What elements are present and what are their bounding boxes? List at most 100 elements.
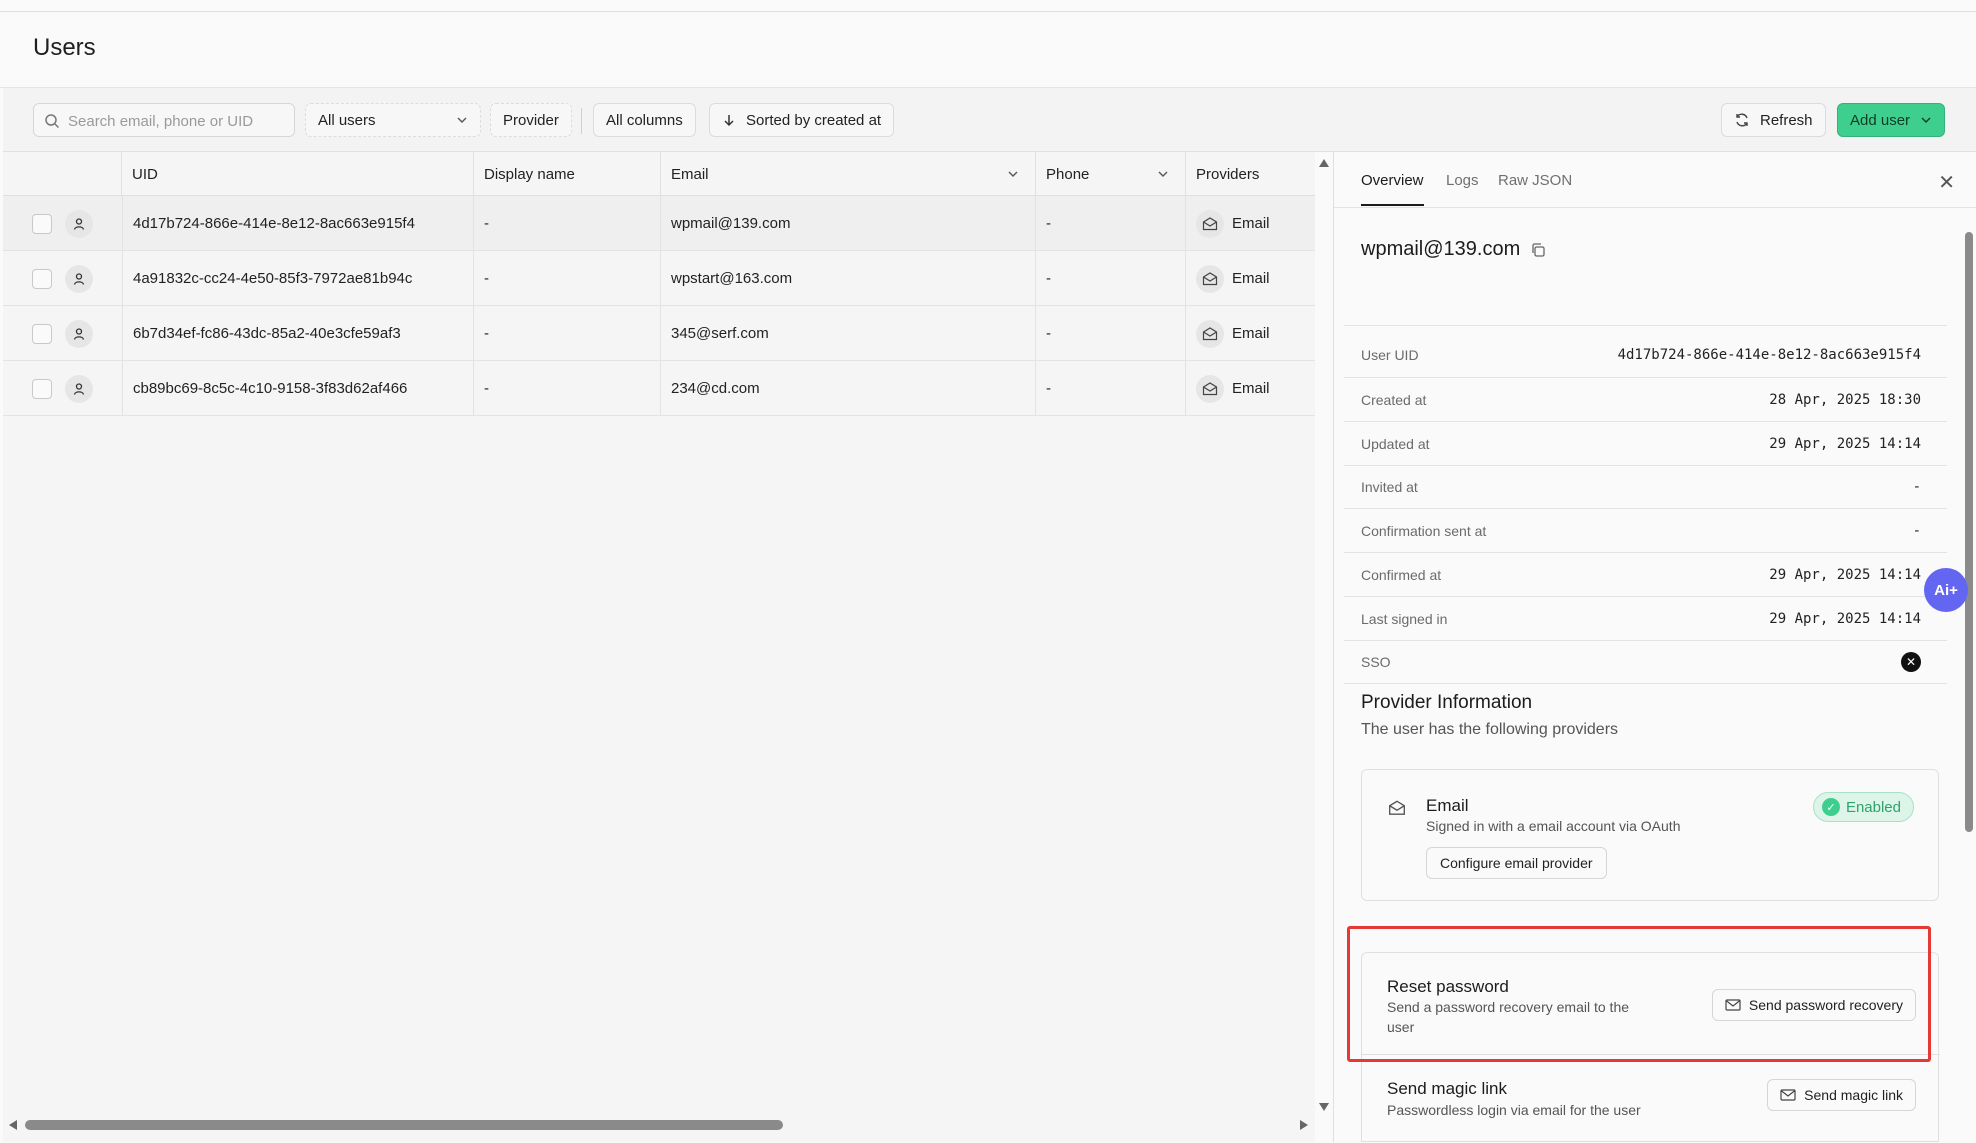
cell-phone: - [1036, 361, 1186, 416]
row-checkbox[interactable] [32, 379, 52, 399]
provider-section-title: Provider Information [1361, 692, 1533, 713]
horizontal-scroll-thumb[interactable] [25, 1120, 783, 1130]
cell-uid: 4d17b724-866e-414e-8e12-8ac663e915f4 [122, 196, 474, 251]
row-checkbox[interactable] [32, 214, 52, 234]
user-avatar [65, 210, 93, 238]
table-row[interactable]: 4d17b724-866e-414e-8e12-8ac663e915f4 - w… [3, 196, 1315, 251]
chevron-down-icon[interactable] [1157, 168, 1169, 180]
user-icon [73, 328, 85, 340]
x-circle-icon: ✕ [1901, 651, 1921, 672]
provider-filter-label: Provider [503, 111, 559, 129]
refresh-button[interactable]: Refresh [1721, 103, 1826, 137]
column-header-providers[interactable]: Providers [1186, 152, 1315, 196]
cell-phone: - [1036, 251, 1186, 306]
cell-uid: 6b7d34ef-fc86-43dc-85a2-40e3cfe59af3 [122, 306, 474, 361]
tab-overview[interactable]: Overview [1361, 172, 1424, 206]
field-label: Invited at [1361, 478, 1418, 495]
columns-button[interactable]: All columns [593, 103, 696, 137]
tab-raw-json[interactable]: Raw JSON [1498, 172, 1572, 204]
copy-icon[interactable] [1530, 242, 1546, 258]
field-label: Confirmed at [1361, 566, 1442, 583]
column-label: Display name [484, 165, 575, 183]
configure-email-provider-button[interactable]: Configure email provider [1426, 847, 1607, 879]
field-value: 28 Apr, 2025 18:30 [1769, 391, 1921, 408]
search-box[interactable] [33, 103, 295, 137]
row-checkbox[interactable] [32, 269, 52, 289]
field-label: Confirmation sent at [1361, 522, 1487, 539]
user-icon [73, 383, 85, 395]
column-label: Providers [1196, 165, 1260, 183]
magic-link-description: Passwordless login via email for the use… [1387, 1102, 1641, 1118]
chevron-down-icon[interactable] [1007, 168, 1019, 180]
provider-filter-button[interactable]: Provider [490, 103, 572, 137]
users-table: UID Display name Email Phone Providers 4… [3, 152, 1315, 1142]
highlight-box [1347, 926, 1931, 1062]
send-magic-link-button[interactable]: Send magic link [1767, 1079, 1916, 1111]
field-created-at: Created at 28 Apr, 2025 18:30 [1361, 378, 1921, 421]
cell-provider: Email [1186, 196, 1315, 251]
column-header-email[interactable]: Email [661, 152, 1036, 196]
chevron-down-icon [457, 117, 467, 123]
field-value: 29 Apr, 2025 14:14 [1769, 566, 1921, 583]
sort-button[interactable]: Sorted by created at [709, 103, 895, 137]
cell-display-name: - [474, 306, 661, 361]
provider-label: Email [1232, 270, 1270, 287]
table-row[interactable]: 4a91832c-cc24-4e50-85f3-7972ae81b94c - w… [3, 251, 1315, 306]
close-icon[interactable]: ✕ [1938, 170, 1955, 195]
table-row[interactable]: cb89bc69-8c5c-4c10-9158-3f83d62af466 - 2… [3, 361, 1315, 416]
column-header-phone[interactable]: Phone [1036, 152, 1186, 196]
user-email-heading: wpmail@139.com [1361, 238, 1546, 261]
page-header: Users [0, 12, 1976, 88]
scroll-down-arrow-icon[interactable] [1318, 1102, 1330, 1112]
add-user-button[interactable]: Add user [1837, 103, 1946, 137]
horizontal-scrollbar[interactable] [3, 1112, 1315, 1138]
cell-provider: Email [1186, 361, 1315, 416]
scroll-up-arrow-icon[interactable] [1318, 158, 1330, 168]
select-column-header [3, 152, 122, 196]
tab-logs[interactable]: Logs [1446, 172, 1479, 204]
user-avatar [65, 375, 93, 403]
cell-display-name: - [474, 251, 661, 306]
column-header-uid[interactable]: UID [122, 152, 474, 196]
cell-display-name: - [474, 361, 661, 416]
cell-email: 234@cd.com [661, 361, 1036, 416]
chevron-down-icon [1921, 117, 1931, 123]
field-value: 29 Apr, 2025 14:14 [1769, 610, 1921, 627]
provider-section-subtitle: The user has the following providers [1361, 721, 1619, 738]
status-badge: ✓ Enabled [1812, 792, 1914, 822]
user-filter-label: All users [318, 111, 376, 129]
provider-description: Signed in with a email account via OAuth [1426, 818, 1681, 834]
user-filter-select[interactable]: All users [305, 103, 481, 137]
provider-label: Email [1232, 380, 1270, 397]
field-label: Created at [1361, 391, 1427, 408]
column-label: UID [132, 165, 158, 183]
table-header: UID Display name Email Phone Providers [3, 152, 1315, 196]
ai-assistant-button[interactable]: Ai+ [1924, 568, 1968, 612]
magic-link-row: Send magic link Passwordless login via e… [1362, 1055, 1940, 1143]
toolbar: All users Provider All columns Sorted by… [3, 88, 1976, 152]
field-confirmed-at: Confirmed at 29 Apr, 2025 14:14 [1361, 553, 1921, 596]
magic-link-title: Send magic link [1387, 1079, 1508, 1098]
scroll-left-arrow-icon[interactable] [8, 1119, 18, 1131]
cell-phone: - [1036, 196, 1186, 251]
search-input[interactable] [68, 110, 288, 132]
row-checkbox[interactable] [32, 324, 52, 344]
panel-scrollbar-thumb[interactable] [1965, 232, 1973, 832]
table-row[interactable]: 6b7d34ef-fc86-43dc-85a2-40e3cfe59af3 - 3… [3, 306, 1315, 361]
field-value: 29 Apr, 2025 14:14 [1769, 435, 1921, 452]
column-header-display-name[interactable]: Display name [474, 152, 661, 196]
cell-provider: Email [1186, 251, 1315, 306]
field-label: SSO [1361, 653, 1391, 670]
field-sso: SSO ✕ [1361, 640, 1921, 683]
top-strip [0, 0, 1976, 12]
toolbar-divider [581, 108, 582, 134]
scroll-right-arrow-icon[interactable] [1299, 1119, 1309, 1131]
user-avatar [65, 320, 93, 348]
provider-label: Email [1232, 325, 1270, 342]
field-value: 4d17b724-866e-414e-8e12-8ac663e915f4 [1617, 346, 1921, 363]
field-label: Updated at [1361, 435, 1430, 452]
mail-icon [1196, 264, 1224, 293]
sort-label: Sorted by created at [746, 111, 882, 129]
field-user-uid: User UID 4d17b724-866e-414e-8e12-8ac663e9… [1361, 333, 1921, 376]
cell-phone: - [1036, 306, 1186, 361]
